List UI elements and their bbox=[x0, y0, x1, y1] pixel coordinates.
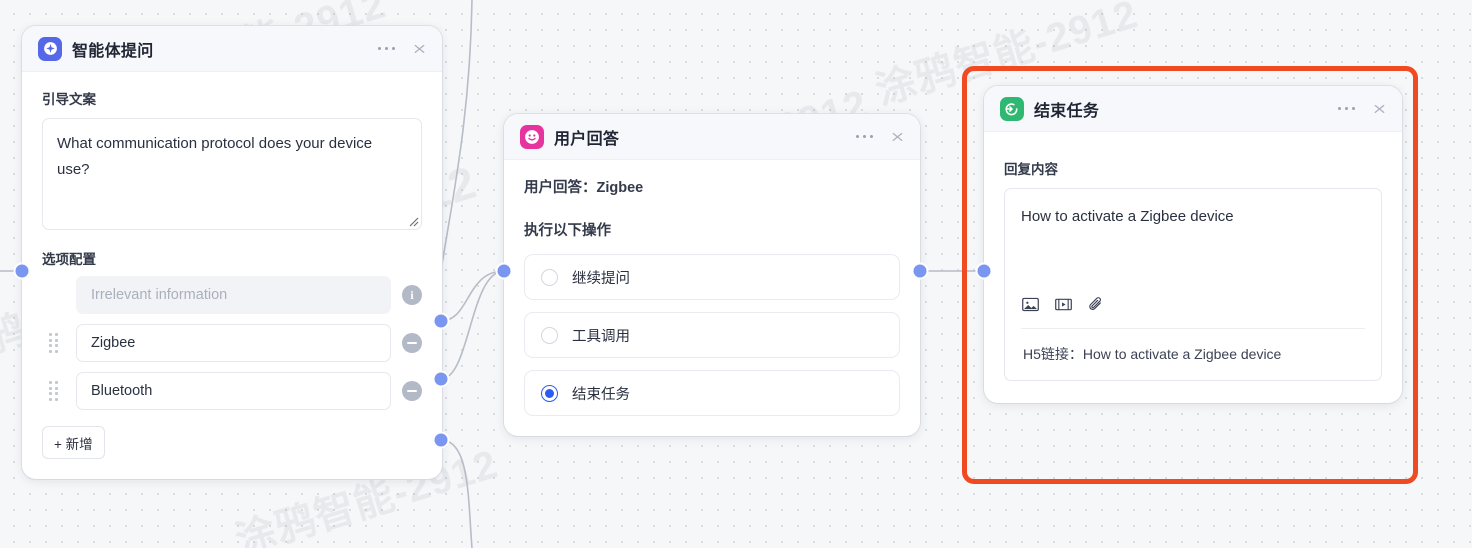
radio-option-end-task[interactable]: 结束任务 bbox=[524, 370, 900, 416]
more-options-icon[interactable] bbox=[854, 131, 876, 143]
resize-handle-icon[interactable] bbox=[405, 213, 419, 227]
node-user-answer[interactable]: 用户回答 用户回答：Zigbee 执行以下操作 继续提问 工具调用 结束任务 bbox=[504, 114, 920, 436]
user-answer-line: 用户回答：Zigbee bbox=[524, 180, 644, 196]
drag-handle-icon[interactable] bbox=[49, 333, 69, 353]
remove-option-button[interactable] bbox=[402, 333, 422, 353]
reply-toolbar bbox=[1021, 291, 1365, 328]
option-row: Zigbee bbox=[42, 324, 422, 362]
port-end-input[interactable] bbox=[977, 264, 991, 278]
node-title: 智能体提问 bbox=[72, 42, 154, 60]
info-icon[interactable]: i bbox=[402, 285, 422, 305]
collapse-icon[interactable] bbox=[1371, 100, 1388, 117]
prompt-label: 引导文案 bbox=[42, 92, 96, 107]
sparkle-badge-icon bbox=[38, 36, 62, 61]
node-header: 智能体提问 bbox=[22, 26, 442, 72]
port-ask-input[interactable] bbox=[15, 264, 29, 278]
add-option-button[interactable]: + 新增 bbox=[42, 426, 105, 459]
option-input[interactable]: Zigbee bbox=[76, 324, 391, 362]
node-body: 回复内容 How to activate a Zigbee device H5链… bbox=[984, 132, 1402, 403]
option-row: Bluetooth bbox=[42, 372, 422, 410]
reply-editor[interactable]: How to activate a Zigbee device H5链接：How… bbox=[1004, 188, 1382, 381]
remove-option-button[interactable] bbox=[402, 381, 422, 401]
option-input-disabled: Irrelevant information bbox=[76, 276, 391, 314]
node-body: 用户回答：Zigbee 执行以下操作 继续提问 工具调用 结束任务 bbox=[504, 160, 920, 436]
node-agent-ask[interactable]: 智能体提问 引导文案 What communication protocol d… bbox=[22, 26, 442, 479]
option-input[interactable]: Bluetooth bbox=[76, 372, 391, 410]
collapse-icon[interactable] bbox=[411, 40, 428, 57]
more-options-icon[interactable] bbox=[1336, 103, 1358, 115]
options-label: 选项配置 bbox=[42, 252, 96, 267]
h5-link-label: H5链接： bbox=[1023, 346, 1083, 362]
port-ask-option-3[interactable] bbox=[434, 433, 448, 447]
port-answer-output[interactable] bbox=[913, 264, 927, 278]
node-header: 结束任务 bbox=[984, 86, 1402, 132]
radio-option-continue-ask[interactable]: 继续提问 bbox=[524, 254, 900, 300]
radio-option-tool-call[interactable]: 工具调用 bbox=[524, 312, 900, 358]
node-body: 引导文案 What communication protocol does yo… bbox=[22, 72, 442, 479]
arrow-into-circle-icon bbox=[1000, 96, 1024, 121]
radio-icon-selected[interactable] bbox=[541, 384, 558, 402]
node-end-task[interactable]: 结束任务 回复内容 How to activate a Zigbee devic… bbox=[984, 86, 1402, 403]
port-answer-input[interactable] bbox=[497, 264, 511, 278]
radio-label: 继续提问 bbox=[572, 270, 630, 287]
node-title: 结束任务 bbox=[1034, 102, 1100, 120]
h5-link-value: How to activate a Zigbee device bbox=[1082, 346, 1282, 362]
workflow-canvas[interactable]: 涂鸦智能-2912 涂鸦智能-2912 涂鸦智能-2912 涂鸦智能-2912 … bbox=[0, 0, 1472, 548]
reply-text: How to activate a Zigbee device bbox=[1021, 208, 1234, 225]
image-icon[interactable] bbox=[1021, 295, 1040, 314]
radio-icon[interactable] bbox=[541, 326, 558, 344]
prompt-text: What communication protocol does your de… bbox=[57, 135, 377, 178]
attachment-icon[interactable] bbox=[1087, 295, 1106, 314]
node-header: 用户回答 bbox=[504, 114, 920, 160]
collapse-icon[interactable] bbox=[889, 128, 906, 145]
node-title: 用户回答 bbox=[554, 130, 620, 148]
radio-label: 结束任务 bbox=[572, 386, 630, 403]
h5-link-row: H5链接：How to activate a Zigbee device bbox=[1021, 329, 1365, 380]
option-row: Irrelevant information i bbox=[42, 276, 422, 314]
port-ask-option-1[interactable] bbox=[434, 314, 448, 328]
more-options-icon[interactable] bbox=[376, 43, 398, 55]
reply-label: 回复内容 bbox=[1004, 162, 1058, 177]
radio-label: 工具调用 bbox=[572, 328, 630, 345]
radio-icon[interactable] bbox=[541, 268, 558, 286]
smiley-badge-icon bbox=[520, 124, 544, 149]
prompt-textarea[interactable]: What communication protocol does your de… bbox=[42, 118, 422, 230]
operations-label: 执行以下操作 bbox=[524, 223, 611, 239]
drag-handle-icon[interactable] bbox=[49, 381, 69, 401]
video-icon[interactable] bbox=[1054, 295, 1073, 314]
port-ask-option-2[interactable] bbox=[434, 372, 448, 386]
